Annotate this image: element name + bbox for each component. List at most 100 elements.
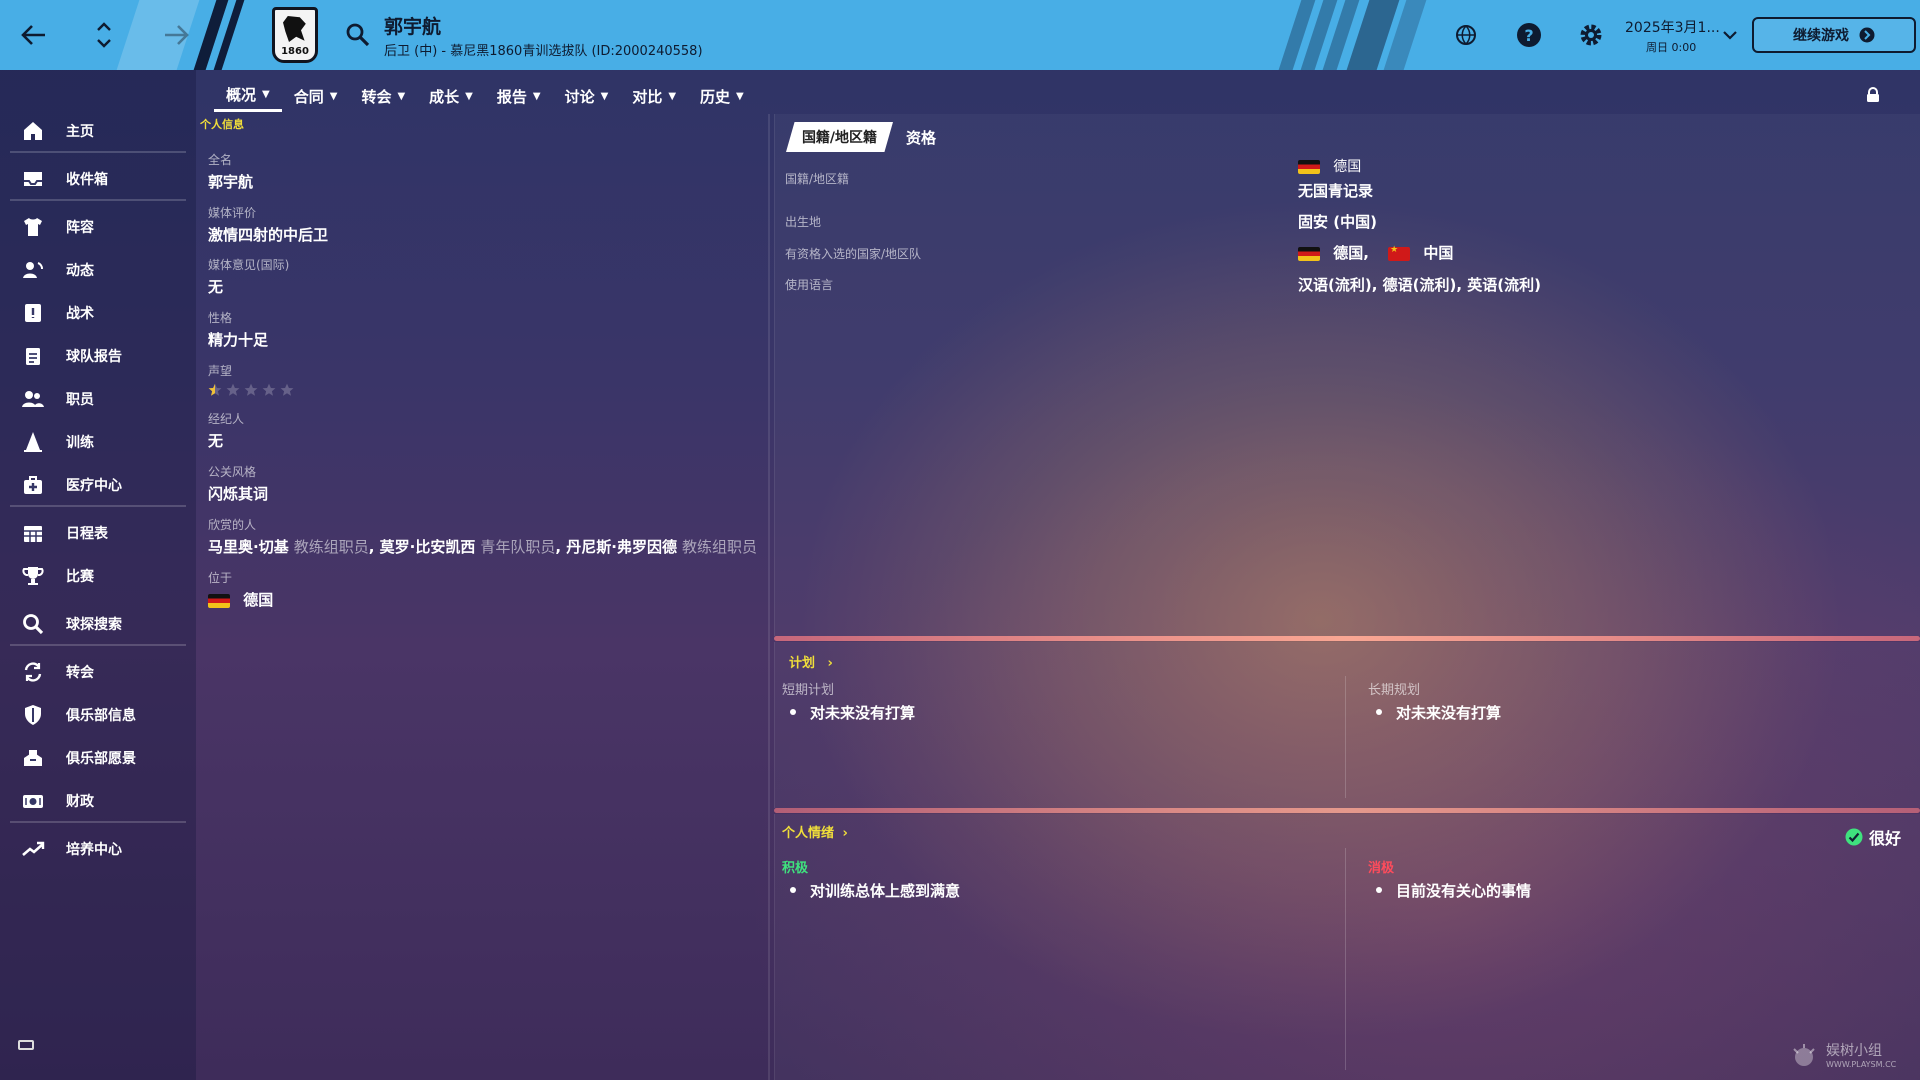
sidebar-item-training[interactable]: 训练 [10,423,186,461]
mood-status[interactable]: 很好 [1845,825,1901,849]
gear-icon[interactable] [1573,17,1609,53]
field-reputation: 声望 [208,362,294,397]
reputation-stars[interactable] [208,383,294,397]
birthplace-label: 出生地 [785,215,822,229]
tab-4[interactable]: 报告 ▼ [485,80,553,112]
field-personality: 性格 精力十足 [208,309,268,350]
negative-value: 目前没有关心的事情 [1376,880,1531,901]
sidebar-item-search[interactable]: 球探搜索 [10,605,186,643]
germany-flag-icon [1298,246,1320,261]
tab-6[interactable]: 对比 ▼ [620,80,688,112]
inbox-icon [20,166,46,192]
sidebar-item-finance[interactable]: 财政 [10,782,186,820]
chevron-down-icon[interactable] [1712,17,1748,53]
tab-label: 概况 [226,86,257,104]
plans-panel [774,642,1920,808]
sidebar-item-vision[interactable]: 俱乐部愿景 [10,739,186,777]
sidebar-item-staff[interactable]: 职员 [10,380,186,418]
fullname-value: 郭宇航 [208,173,254,191]
development-icon [20,836,46,862]
globe-icon[interactable] [1448,17,1484,53]
forward-arrow-icon[interactable] [158,17,194,53]
sidebar-item-label: 收件箱 [66,172,108,188]
svg-text:?: ? [1524,26,1533,45]
home-icon [20,118,46,144]
eligible-country-2[interactable]: 中国 [1423,244,1453,262]
tab-label: 转会 [361,87,392,106]
tab-5[interactable]: 讨论 ▼ [553,80,621,112]
mood-status-text: 很好 [1869,829,1902,848]
admired-person-role: 教练组职员 [681,538,757,556]
sidebar-item-label: 职员 [66,392,94,408]
location-value[interactable]: 德国 [243,591,273,609]
tab-3[interactable]: 成长 ▼ [417,80,485,112]
back-arrow-icon[interactable] [16,17,52,53]
field-media-opinion: 媒体意见(国际) 无 [208,256,289,297]
admired-person-name[interactable]: 莫罗·比安凯西 [380,538,476,556]
personality-label: 性格 [208,311,233,325]
sidebar-item-dynamics[interactable]: 动态 [10,251,186,289]
sidebar-item-home[interactable]: 主页 [10,112,186,150]
media-rating-label: 媒体评价 [208,206,257,220]
sidebar-divider [10,644,186,646]
tab-0[interactable]: 概况 ▼ [214,80,282,112]
continue-label: 继续游戏 [1793,28,1849,44]
sidebar-item-calendar[interactable]: 日程表 [10,514,186,552]
germany-flag-icon [1298,159,1320,174]
player-subtitle[interactable]: 后卫 (中) - 慕尼黑1860青训选拔队 (ID:2000240558) [384,40,703,59]
chevron-right-icon: › [827,656,833,671]
tab-label: 报告 [496,87,527,106]
sidebar-item-inbox[interactable]: 收件箱 [10,160,186,198]
field-pr-style: 公关风格 闪烁其词 [208,463,268,504]
sidebar-item-medical[interactable]: 医疗中心 [10,466,186,504]
tab-1[interactable]: 合同 ▼ [282,80,350,112]
screen-icon[interactable] [18,1040,34,1050]
sidebar-item-trophy[interactable]: 比赛 [10,557,186,595]
arrow-circle-icon [1859,27,1875,43]
pr-style-label: 公关风格 [208,465,257,479]
sidebar-item-development[interactable]: 培养中心 [10,830,186,868]
up-down-chevron-icon[interactable] [86,17,122,53]
positive-value: 对训练总体上感到满意 [790,880,960,901]
sidebar-item-clipboard[interactable]: 球队报告 [10,337,186,375]
short-plan-value: 对未来没有打算 [790,702,915,723]
medical-icon [20,472,46,498]
admired-person-name[interactable]: 马里奥·切基 [208,538,289,556]
field-location: 位于 德国 [208,569,273,610]
panel-divider [774,636,1920,641]
club-crest[interactable]: 1860 [272,7,318,63]
mood-heading[interactable]: 个人情绪 › [782,822,848,841]
tab-7[interactable]: 历史 ▼ [688,80,756,112]
sidebar-item-label: 训练 [66,435,94,451]
continue-game-button[interactable]: 继续游戏 [1752,17,1916,53]
admired-person-name[interactable]: 丹尼斯·弗罗因德 [566,538,677,556]
column-divider [1345,676,1346,798]
separator: , [555,538,567,556]
sidebar-item-shield[interactable]: 俱乐部信息 [10,696,186,734]
vision-icon [20,745,46,771]
help-icon[interactable]: ? [1511,17,1547,53]
eligible-label: 有资格入选的国家/地区队 [785,247,922,261]
sidebar-item-shirt[interactable]: 阵容 [10,208,186,246]
sidebar-item-tactics[interactable]: 战术 [10,294,186,332]
eligible-country-1[interactable]: 德国, [1333,244,1369,262]
birthplace-value: 固安 (中国) [1298,213,1377,231]
languages-label: 使用语言 [785,278,834,292]
personality-value[interactable]: 精力十足 [208,329,268,350]
sidebar-divider [10,199,186,201]
tab-2[interactable]: 转会 ▼ [349,80,417,112]
nationality-row: 德国 [1298,156,1361,176]
sidebar-item-label: 球探搜索 [66,617,122,633]
reputation-label: 声望 [208,364,233,378]
sidebar-item-transfer[interactable]: 转会 [10,653,186,691]
search-icon[interactable] [340,17,376,53]
game-date[interactable]: 2025年3月1... [1625,17,1720,37]
plans-heading[interactable]: 计划 › [789,652,833,671]
nationality-value[interactable]: 德国 [1333,159,1361,175]
tab-nationality[interactable]: 国籍/地区籍 [786,122,893,152]
germany-flag-icon [208,593,230,608]
tab-label: 对比 [632,87,663,106]
lock-icon[interactable] [1866,87,1880,107]
tab-eligibility[interactable]: 资格 [906,127,936,148]
transfer-icon [20,659,46,685]
